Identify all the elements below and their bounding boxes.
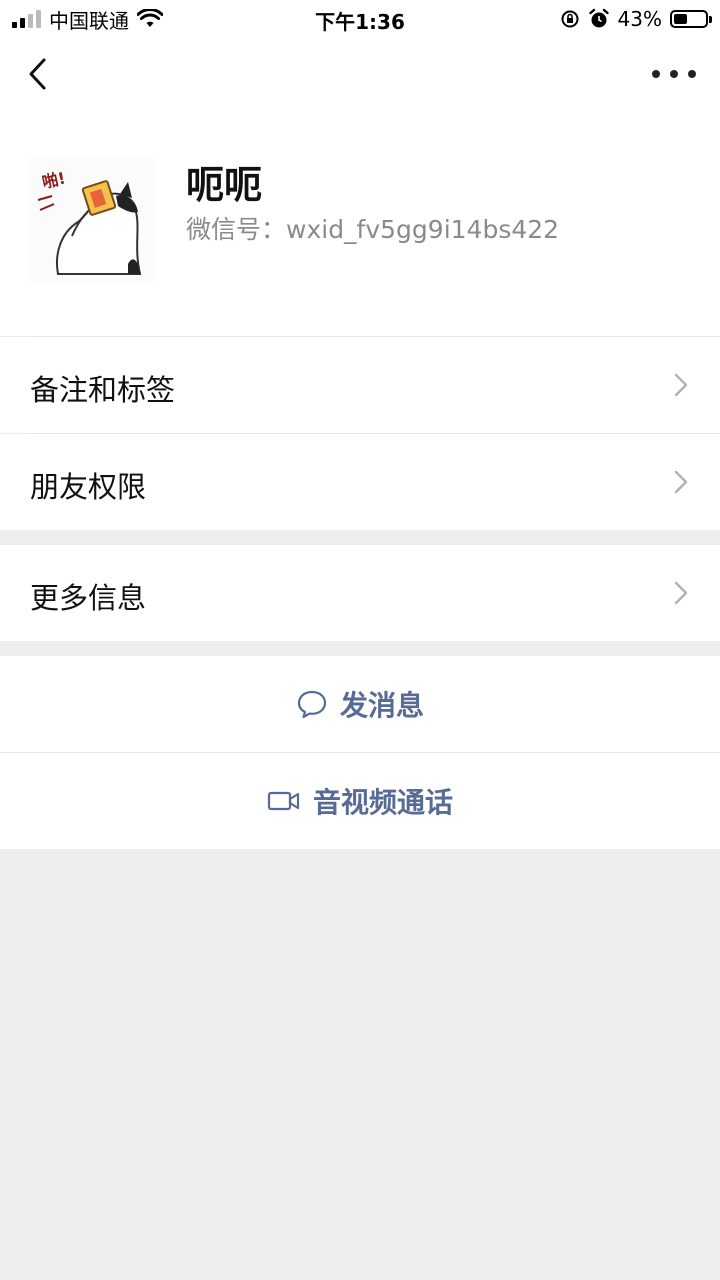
more-button[interactable] [652, 62, 696, 86]
row-remark-tags[interactable]: 备注和标签 [0, 337, 720, 433]
av-call-button[interactable]: 音视频通话 [0, 753, 720, 849]
battery-percent: 43% [617, 7, 662, 31]
chevron-right-icon [674, 581, 688, 605]
row-friend-permissions[interactable]: 朋友权限 [0, 434, 720, 530]
send-message-content: 发消息 [0, 656, 720, 752]
send-message-button[interactable]: 发消息 [0, 656, 720, 752]
chevron-right-icon [674, 373, 688, 397]
wechat-id: 微信号：wxid_fv5gg9i14bs422 [186, 215, 560, 244]
video-camera-icon [267, 791, 300, 811]
chevron-right-icon [674, 470, 688, 494]
more-dot [670, 70, 678, 78]
chevron-left-icon [29, 58, 46, 90]
status-bar: 中国联通 下午1:36 43% [0, 0, 720, 40]
av-call-content: 音视频通话 [0, 753, 720, 849]
more-dots-icon [652, 70, 660, 78]
row-label: 朋友权限 [30, 470, 147, 504]
cat-avatar-image: 啪! [28, 156, 156, 284]
back-button[interactable] [20, 54, 60, 94]
profile-header: 啪! 呃呃 微信号：wxid_fv5gg9i14bs422 [0, 110, 720, 336]
orientation-lock-icon [561, 10, 579, 28]
more-dot [688, 70, 696, 78]
status-right: 43% [560, 6, 712, 32]
contact-profile-screen: 中国联通 下午1:36 43% 啪! 呃呃 微信号：wxid_fv5gg9i14… [0, 0, 720, 1280]
nav-bar [0, 40, 720, 110]
row-label: 更多信息 [30, 581, 147, 615]
send-message-label: 发消息 [339, 689, 424, 722]
contact-nickname: 呃呃 [186, 163, 263, 207]
alarm-icon [588, 8, 609, 28]
chat-bubble-icon [297, 690, 327, 719]
row-more-info[interactable]: 更多信息 [0, 545, 720, 641]
avatar[interactable]: 啪! [28, 156, 156, 284]
battery-fill [674, 14, 687, 24]
av-call-label: 音视频通话 [312, 786, 453, 819]
battery-icon [670, 10, 712, 28]
row-label: 备注和标签 [30, 373, 176, 407]
